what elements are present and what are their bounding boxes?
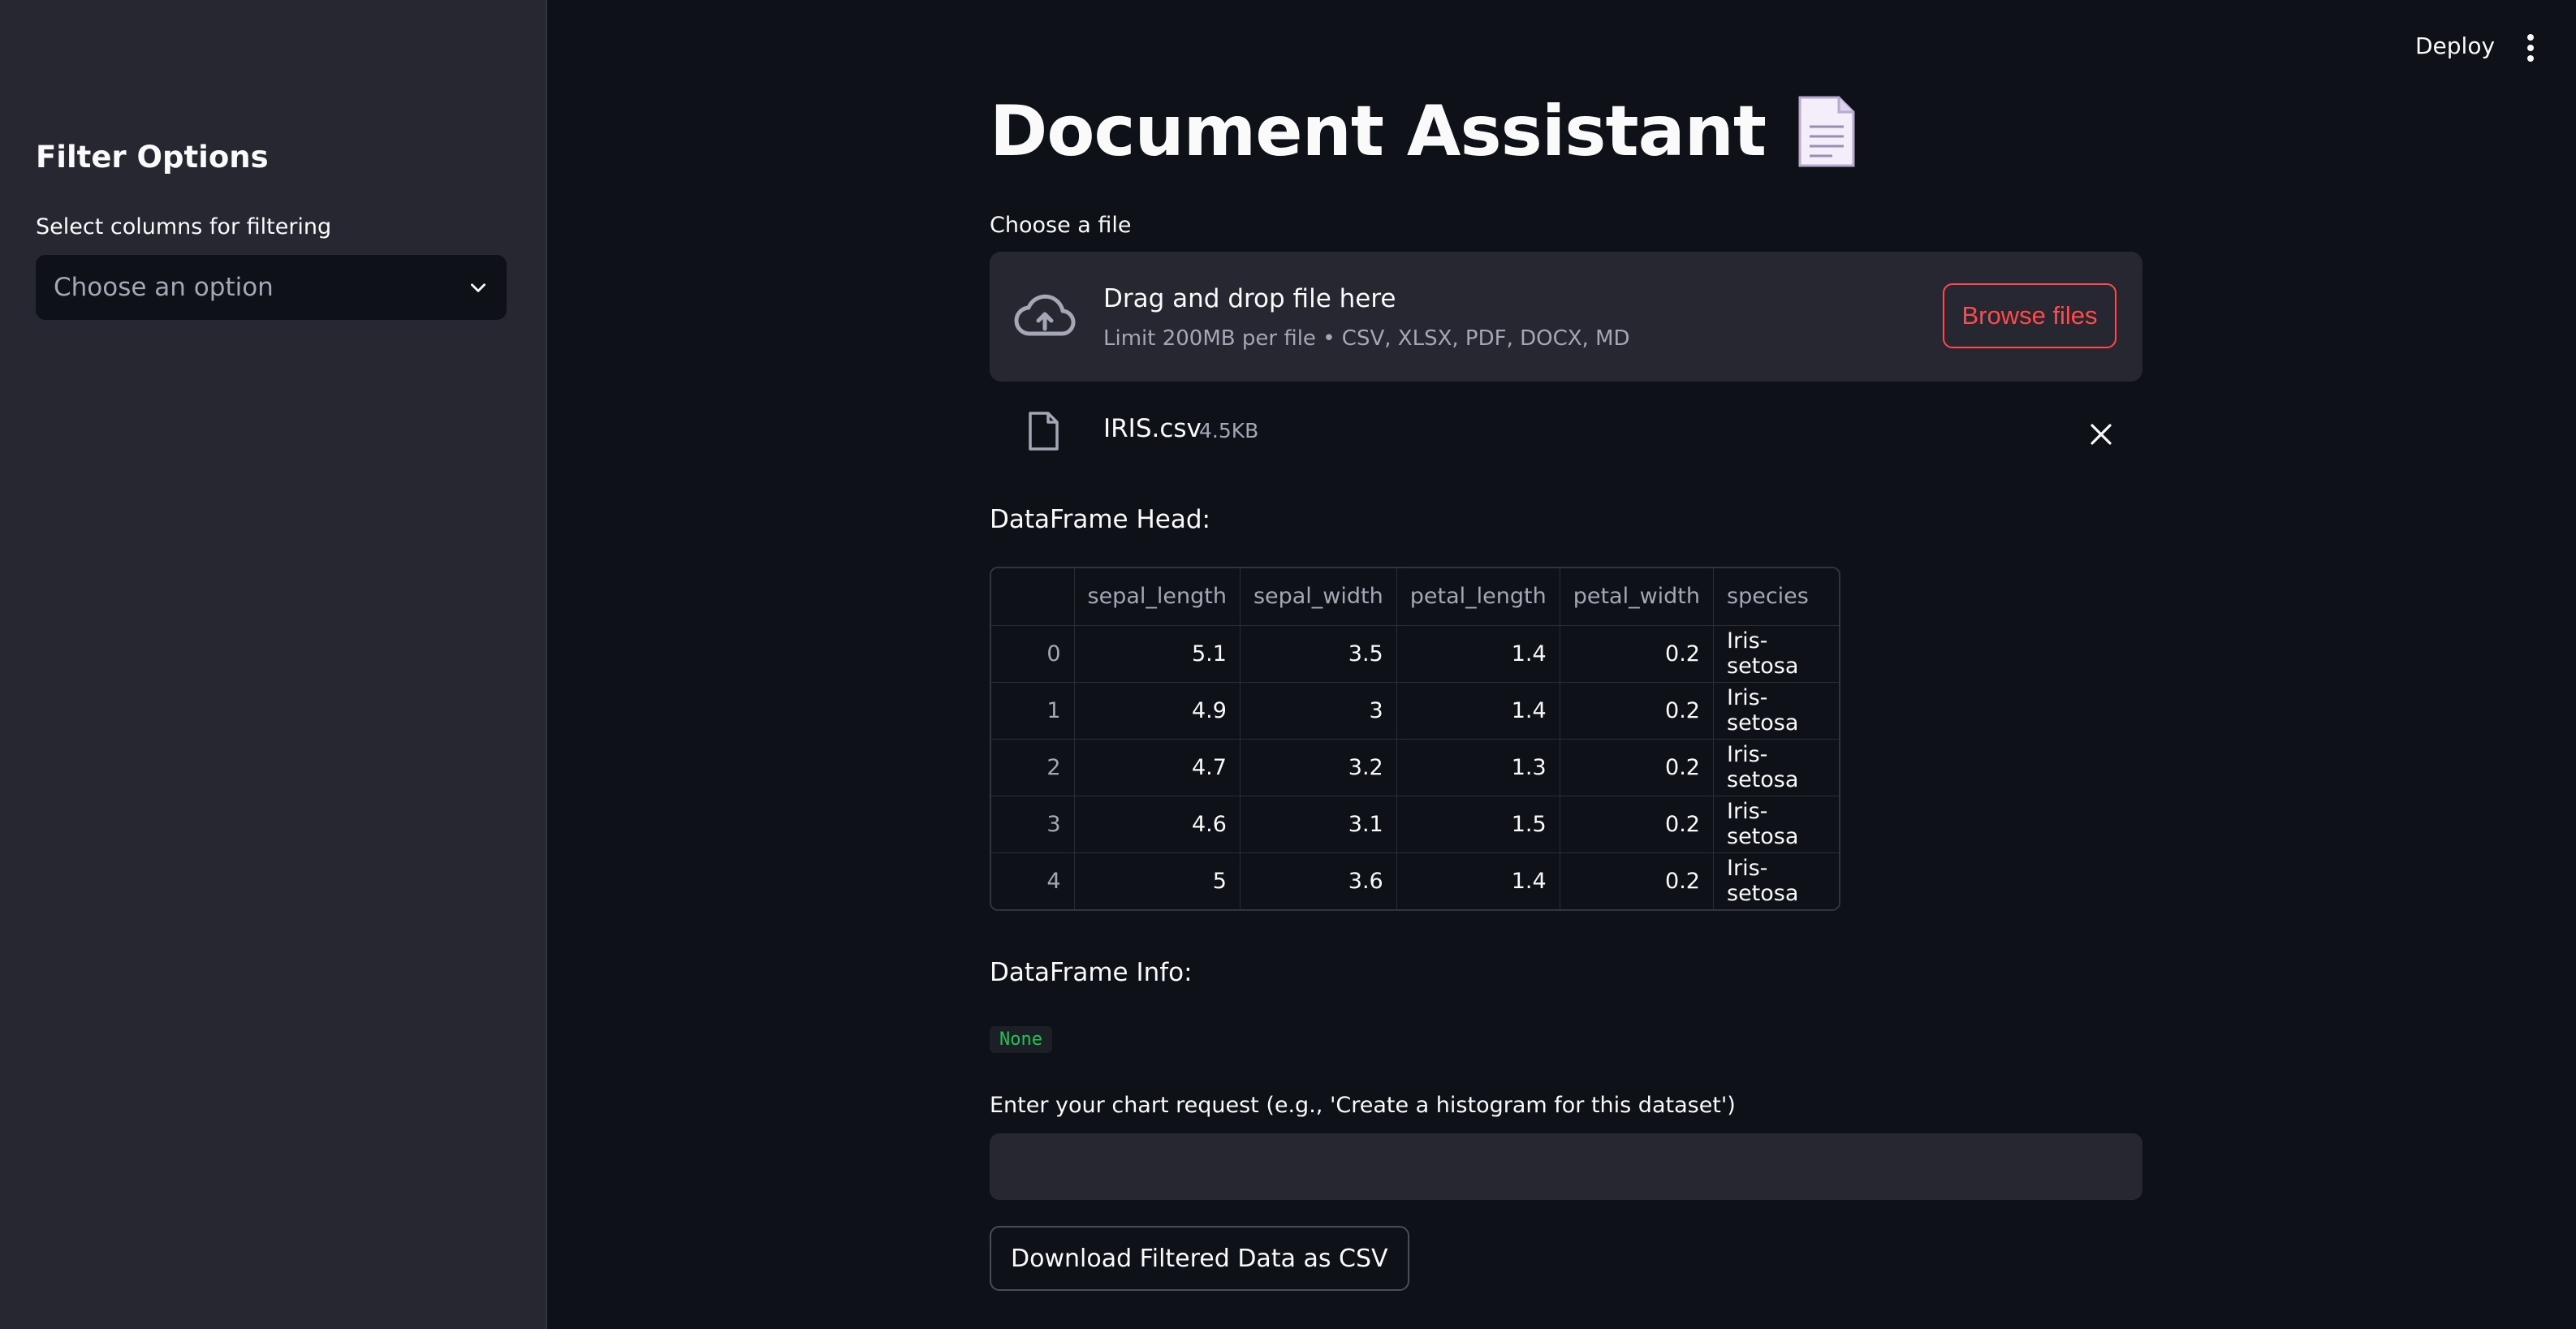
dropzone-limits: Limit 200MB per file • CSV, XLSX, PDF, D… bbox=[1103, 326, 1630, 351]
table-cell[interactable]: 3.2 bbox=[1239, 738, 1397, 796]
table-row: 2 4.7 3.2 1.3 0.2 Iris-setosa bbox=[991, 738, 1839, 796]
chart-request-input[interactable] bbox=[990, 1133, 2142, 1200]
dataframe-info-value: None bbox=[990, 1026, 1052, 1053]
table-cell[interactable]: 4.9 bbox=[1073, 681, 1241, 740]
table-cell[interactable]: 0.2 bbox=[1559, 795, 1715, 853]
table-header-row: sepal_length sepal_width petal_length pe… bbox=[991, 568, 1839, 626]
row-index: 4 bbox=[991, 852, 1075, 909]
table-cell[interactable]: 1.3 bbox=[1396, 738, 1560, 796]
kebab-menu-icon[interactable] bbox=[2522, 34, 2539, 63]
table-cell[interactable]: 4.7 bbox=[1073, 738, 1241, 796]
table-cell[interactable]: 1.4 bbox=[1396, 624, 1560, 683]
uploaded-file-row: IRIS.csv 4.5KB bbox=[990, 401, 2142, 466]
table-cell[interactable]: Iris-setosa bbox=[1713, 795, 1839, 853]
table-cell[interactable]: 1.4 bbox=[1396, 852, 1560, 909]
row-index: 3 bbox=[991, 795, 1075, 853]
table-cell[interactable]: Iris-setosa bbox=[1713, 852, 1839, 909]
chart-request-label: Enter your chart request (e.g., 'Create … bbox=[990, 1093, 1736, 1118]
table-cell[interactable]: 5.1 bbox=[1073, 624, 1241, 683]
row-index: 0 bbox=[991, 624, 1075, 683]
cloud-upload-icon bbox=[1014, 294, 1076, 336]
sidebar: Filter Options Select columns for filter… bbox=[0, 0, 547, 1329]
table-cell[interactable]: 3 bbox=[1239, 681, 1397, 740]
table-row: 0 5.1 3.5 1.4 0.2 Iris-setosa bbox=[991, 624, 1839, 683]
row-index: 1 bbox=[991, 681, 1075, 740]
dataframe-head-label: DataFrame Head: bbox=[990, 505, 1210, 534]
select-columns-label: Select columns for filtering bbox=[36, 214, 332, 239]
close-icon[interactable] bbox=[2087, 421, 2115, 448]
table-cell[interactable]: Iris-setosa bbox=[1713, 681, 1839, 740]
column-header[interactable]: sepal_width bbox=[1239, 568, 1397, 626]
select-placeholder: Choose an option bbox=[54, 273, 274, 302]
table-row: 1 4.9 3 1.4 0.2 Iris-setosa bbox=[991, 681, 1839, 740]
deploy-button[interactable]: Deploy bbox=[2415, 32, 2495, 59]
column-header[interactable]: petal_width bbox=[1559, 568, 1715, 626]
table-cell[interactable]: Iris-setosa bbox=[1713, 624, 1839, 683]
table-cell[interactable]: 4.6 bbox=[1073, 795, 1241, 853]
download-csv-button[interactable]: Download Filtered Data as CSV bbox=[990, 1226, 1409, 1291]
dropzone-instructions: Drag and drop file here bbox=[1103, 284, 1396, 313]
table-cell[interactable]: 0.2 bbox=[1559, 624, 1715, 683]
table-row: 4 5 3.6 1.4 0.2 Iris-setosa bbox=[991, 852, 1839, 909]
table-cell[interactable]: 1.4 bbox=[1396, 681, 1560, 740]
row-index: 2 bbox=[991, 738, 1075, 796]
column-header[interactable]: sepal_length bbox=[1073, 568, 1241, 626]
file-icon bbox=[1029, 412, 1059, 451]
table-cell[interactable]: 3.1 bbox=[1239, 795, 1397, 853]
column-header[interactable]: species bbox=[1713, 568, 1839, 626]
table-cell[interactable]: 3.6 bbox=[1239, 852, 1397, 909]
chevron-down-icon bbox=[471, 283, 485, 292]
table-cell[interactable]: 5 bbox=[1073, 852, 1241, 909]
table-cell[interactable]: Iris-setosa bbox=[1713, 738, 1839, 796]
page-title-text: Document Assistant bbox=[990, 91, 1767, 172]
document-icon bbox=[1798, 96, 1855, 167]
page-title: Document Assistant bbox=[990, 91, 1857, 172]
table-cell[interactable]: 1.5 bbox=[1396, 795, 1560, 853]
table-row: 3 4.6 3.1 1.5 0.2 Iris-setosa bbox=[991, 795, 1839, 853]
table-cell[interactable]: 0.2 bbox=[1559, 852, 1715, 909]
uploaded-file-size: 4.5KB bbox=[1199, 419, 1259, 442]
dataframe-table[interactable]: sepal_length sepal_width petal_length pe… bbox=[990, 567, 1840, 911]
table-cell[interactable]: 0.2 bbox=[1559, 738, 1715, 796]
column-header[interactable]: petal_length bbox=[1396, 568, 1560, 626]
file-uploader-label: Choose a file bbox=[990, 213, 1132, 238]
sidebar-title: Filter Options bbox=[36, 140, 269, 175]
index-header bbox=[991, 568, 1075, 626]
uploaded-file-name: IRIS.csv bbox=[1103, 414, 1202, 443]
browse-files-button[interactable]: Browse files bbox=[1943, 283, 2116, 348]
file-dropzone[interactable]: Drag and drop file here Limit 200MB per … bbox=[990, 252, 2142, 382]
filter-columns-select[interactable]: Choose an option bbox=[36, 255, 507, 320]
table-cell[interactable]: 3.5 bbox=[1239, 624, 1397, 683]
dataframe-info-label: DataFrame Info: bbox=[990, 958, 1193, 987]
table-cell[interactable]: 0.2 bbox=[1559, 681, 1715, 740]
